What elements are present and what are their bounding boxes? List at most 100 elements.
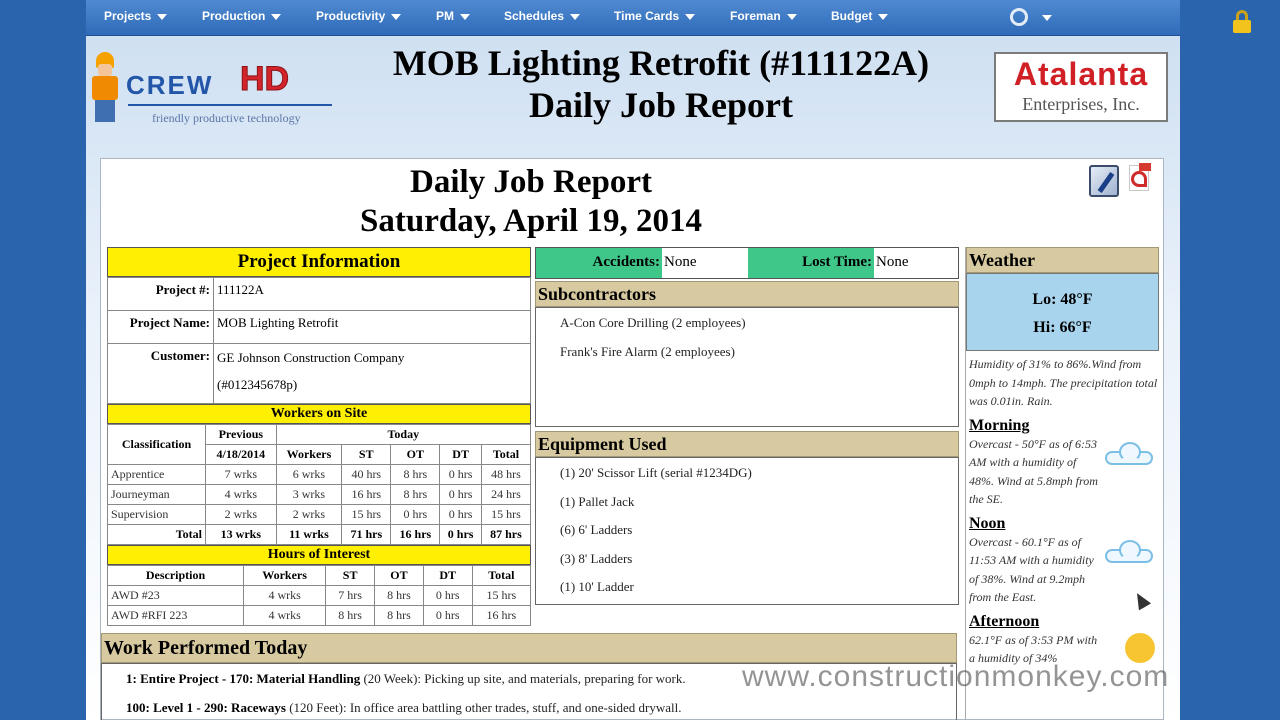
temperature-low: Lo: 48°F — [1032, 291, 1093, 308]
cell-description: AWD #23 — [107, 585, 244, 606]
cell-classification: Journeyman — [107, 484, 206, 505]
nav-label: Production — [202, 9, 266, 23]
logo-crew-text: CREW — [126, 70, 214, 100]
col-dt: DT — [422, 565, 473, 586]
cell-workers: 3 wrks — [275, 484, 343, 505]
edit-pencil-icon[interactable] — [1089, 165, 1119, 197]
cell-st: 16 hrs — [341, 484, 392, 505]
cell-dt: 0 hrs — [422, 605, 473, 626]
crewhd-logo[interactable]: CREW HD friendly productive technology — [88, 44, 338, 134]
work-item-title: 100: Level 1 - 290: Raceways — [126, 700, 286, 715]
col-workers: Workers — [275, 444, 343, 465]
report-heading: Daily Job Report Saturday, April 19, 201… — [101, 163, 961, 241]
cell-total: 24 hrs — [480, 484, 532, 505]
project-number-label: Project #: — [107, 277, 214, 311]
nav-production[interactable]: Production — [202, 9, 282, 23]
logo-tagline: friendly productive technology — [152, 111, 301, 125]
nav-label: PM — [436, 9, 454, 23]
cell-ot: 8 hrs — [374, 585, 424, 606]
cell-workers: 4 wrks — [242, 605, 327, 626]
gear-icon[interactable] — [1010, 8, 1028, 26]
cell-st: 8 hrs — [325, 605, 376, 626]
table-row: AWD #23 4 wrks 7 hrs 8 hrs 0 hrs 15 hrs — [107, 585, 532, 606]
col-classification: Classification — [107, 424, 206, 465]
cell-st: 40 hrs — [341, 464, 392, 485]
list-item: 100: Level 1 - 290: Raceways (120 Feet):… — [102, 693, 956, 720]
weather-period-desc: Overcast - 50°F as of 6:53 AM with a hum… — [969, 436, 1098, 507]
subcontractors-list: A-Con Core Drilling (2 employees) Frank'… — [535, 307, 959, 427]
lost-time-label: Lost Time: — [748, 248, 874, 278]
nav-foreman[interactable]: Foreman — [730, 9, 797, 23]
cell-ot: 0 hrs — [390, 504, 441, 525]
cell-description: AWD #RFI 223 — [107, 605, 244, 626]
temperature-box: Lo: 48°F Hi: 66°F — [966, 273, 1159, 351]
weather-period: Overcast - 60.1°F as of 11:53 AM with a … — [966, 533, 1159, 607]
project-info-heading: Project Information — [107, 247, 531, 277]
report-title: Daily Job Report — [410, 164, 652, 200]
nav-budget[interactable]: Budget — [831, 9, 889, 23]
lock-icon[interactable] — [1233, 10, 1251, 33]
weather-heading: Weather — [966, 247, 1159, 273]
table-row: AWD #RFI 223 4 wrks 8 hrs 8 hrs 0 hrs 16… — [107, 605, 532, 626]
nav-productivity[interactable]: Productivity — [316, 9, 402, 23]
col-total: Total — [480, 444, 532, 465]
table-row: Apprentice 7 wrks 6 wrks 40 hrs 8 hrs 0 … — [107, 464, 532, 485]
company-logo-name: Atalanta — [1013, 56, 1149, 92]
weather-period-name: Noon — [969, 514, 1006, 532]
cell-classification: Supervision — [107, 504, 206, 525]
cell-st: 15 hrs — [341, 504, 392, 525]
weather-period-name: Afternoon — [969, 612, 1040, 630]
cell-workers: 2 wrks — [275, 504, 343, 525]
page-title-project: MOB Lighting Retrofit (#111122A) — [392, 43, 930, 83]
customer-id: (#012345678p) — [217, 377, 298, 392]
work-item-title: 1: Entire Project - 170: Material Handli… — [126, 671, 361, 686]
nav-time-cards[interactable]: Time Cards — [614, 9, 696, 23]
work-performed-heading: Work Performed Today — [101, 633, 957, 663]
chevron-down-icon — [391, 13, 402, 20]
workers-on-site-heading: Workers on Site — [107, 404, 531, 424]
lost-time-value: None — [874, 248, 958, 278]
weather-period-desc: Overcast - 60.1°F as of 11:53 AM with a … — [969, 534, 1094, 605]
cell-ot: 16 hrs — [390, 524, 441, 545]
cell-total: 87 hrs — [480, 524, 532, 545]
nav-label: Time Cards — [614, 9, 680, 23]
accidents-value: None — [662, 248, 748, 278]
cell-dt: 0 hrs — [422, 585, 473, 606]
cell-dt: 0 hrs — [439, 484, 482, 505]
temperature-high: Hi: 66°F — [1033, 319, 1092, 336]
project-info-table: Project #: 111122A Project Name: MOB Lig… — [107, 277, 531, 404]
partly-sunny-icon — [1125, 632, 1155, 663]
cell-ot: 8 hrs — [390, 484, 441, 505]
equipment-list: (1) 20' Scissor Lift (serial #1234DG) (1… — [535, 457, 959, 605]
list-item: (1) Pallet Jack — [560, 493, 635, 509]
chevron-down-icon — [460, 13, 470, 20]
hours-of-interest-heading: Hours of Interest — [107, 545, 531, 565]
nav-label: Productivity — [316, 9, 386, 23]
accidents-label: Accidents: — [536, 248, 662, 278]
project-name-label: Project Name: — [107, 310, 214, 344]
cell-total: 48 hrs — [480, 464, 532, 485]
table-row: Supervision 2 wrks 2 wrks 15 hrs 0 hrs 0… — [107, 504, 532, 525]
col-dt: DT — [439, 444, 482, 465]
nav-label: Schedules — [504, 9, 565, 23]
table-row-total: Total 13 wrks 11 wrks 71 hrs 16 hrs 0 hr… — [107, 524, 532, 545]
nav-label: Foreman — [730, 9, 781, 23]
report-date: Saturday, April 19, 2014 — [360, 203, 702, 239]
chevron-down-icon — [157, 13, 168, 20]
nav-projects[interactable]: Projects — [104, 9, 168, 23]
col-total: Total — [471, 565, 532, 586]
cloud-icon — [1103, 539, 1155, 565]
chevron-down-icon[interactable] — [1042, 15, 1052, 21]
project-number-value: 111122A — [213, 277, 531, 311]
top-nav: Projects Production Productivity PM Sche… — [86, 0, 1251, 36]
nav-schedules[interactable]: Schedules — [504, 9, 581, 23]
nav-pm[interactable]: PM — [436, 9, 470, 23]
chevron-down-icon — [685, 13, 696, 20]
chevron-down-icon — [570, 13, 581, 20]
pdf-icon[interactable] — [1127, 163, 1153, 195]
page-title: MOB Lighting Retrofit (#111122A) Daily J… — [346, 42, 976, 126]
weather-summary: Humidity of 31% to 86%.Wind from 0mph to… — [969, 357, 1158, 408]
cell-st: 71 hrs — [341, 524, 392, 545]
chevron-down-icon — [271, 13, 282, 20]
cell-dt: 0 hrs — [439, 524, 482, 545]
